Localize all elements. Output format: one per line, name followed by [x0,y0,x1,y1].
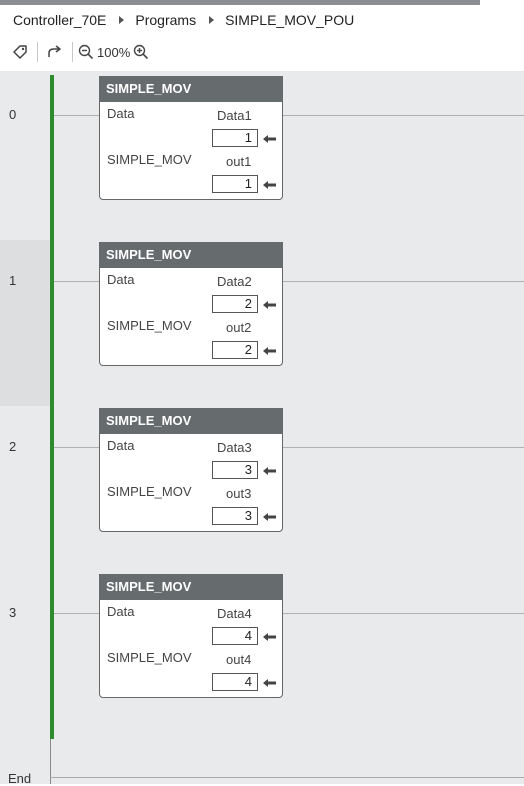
toolbar-divider [37,42,38,62]
variable-value-input[interactable]: 4 [212,627,258,645]
rung-number[interactable]: 2 [9,439,16,454]
rung-gutter-selected[interactable] [0,240,50,406]
function-block-title: SIMPLE_MOV [99,242,283,268]
end-rung-line [50,777,524,778]
variable-name: out4 [226,652,252,667]
tag-icon[interactable] [7,39,33,65]
breadcrumb-pou[interactable]: SIMPLE_MOV_POU [225,12,354,28]
variable-name: Data3 [217,440,252,455]
breadcrumb-programs[interactable]: Programs [135,12,196,28]
arrow-left-icon [263,467,276,475]
arrow-left-icon [263,181,276,189]
input-pin-label: Data [107,106,135,121]
breadcrumb: Controller_70E Programs SIMPLE_MOV_POU [0,5,524,35]
input-pin-label: Data [107,438,135,453]
variable-name: out2 [226,320,252,335]
variable-name: out3 [226,486,252,501]
instance-name: SIMPLE_MOV [107,650,192,665]
zoom-out-icon[interactable] [77,39,95,65]
instance-name: SIMPLE_MOV [107,318,192,333]
rung-wire [54,613,99,614]
function-block-title: SIMPLE_MOV [99,408,283,434]
variable-value-input[interactable]: 2 [212,341,258,359]
variable-name: Data4 [217,606,252,621]
function-block-title: SIMPLE_MOV [99,76,283,102]
rung-wire [54,281,99,282]
instance-name: SIMPLE_MOV [107,152,192,167]
variable-value-input[interactable]: 1 [212,175,258,193]
rung-wire [283,613,524,614]
toolbar-divider [72,42,73,62]
rung-number[interactable]: 0 [9,107,16,122]
variable-name: Data2 [217,274,252,289]
variable-value-input[interactable]: 3 [212,507,258,525]
zoom-level: 100% [97,44,131,60]
arrow-left-icon [263,347,276,355]
rung-number[interactable]: 1 [9,273,16,288]
ladder-toolbar: 100% [0,35,524,69]
arrow-left-icon [263,513,276,521]
variable-value-input[interactable]: 3 [212,461,258,479]
rung-wire [54,447,99,448]
breadcrumb-controller[interactable]: Controller_70E [13,12,106,28]
rung-wire [283,447,524,448]
function-block[interactable]: SIMPLE_MOV Data Data1 1 SIMPLE_MOV out1 … [99,76,283,200]
function-block-title: SIMPLE_MOV [99,574,283,600]
redo-icon[interactable] [42,39,68,65]
arrow-left-icon [263,301,276,309]
variable-name: out1 [226,154,252,169]
input-pin-label: Data [107,272,135,287]
function-block[interactable]: SIMPLE_MOV Data Data3 3 SIMPLE_MOV out3 … [99,408,283,532]
arrow-left-icon [263,633,276,641]
breadcrumb-separator-icon [209,16,215,24]
function-block[interactable]: SIMPLE_MOV Data Data4 4 SIMPLE_MOV out4 … [99,574,283,698]
instance-name: SIMPLE_MOV [107,484,192,499]
rung-number[interactable]: 3 [9,605,16,620]
arrow-left-icon [263,135,276,143]
rung-wire [283,115,524,116]
zoom-in-icon[interactable] [132,39,150,65]
rung-wire [54,115,99,116]
rung-wire [283,281,524,282]
variable-name: Data1 [217,108,252,123]
function-block[interactable]: SIMPLE_MOV Data Data2 2 SIMPLE_MOV out2 … [99,242,283,366]
ladder-canvas[interactable]: 0 SIMPLE_MOV Data Data1 1 SIMPLE_MOV out… [0,71,524,786]
input-pin-label: Data [107,604,135,619]
arrow-left-icon [263,679,276,687]
variable-value-input[interactable]: 4 [212,673,258,691]
rung-gutter [0,71,50,239]
breadcrumb-separator-icon [119,16,125,24]
variable-value-input[interactable]: 2 [212,295,258,313]
left-power-rail [50,75,54,739]
variable-value-input[interactable]: 1 [212,129,258,147]
